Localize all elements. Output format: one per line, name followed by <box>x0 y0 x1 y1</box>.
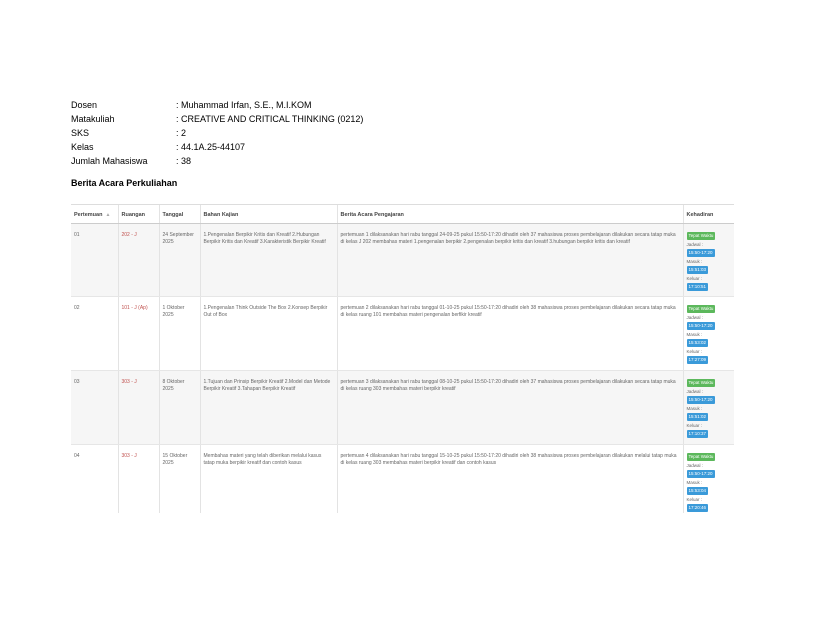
section-title: Berita Acara Perkuliahan <box>71 178 178 188</box>
info-row-jumlah-mahasiswa: Jumlah Mahasiswa : 38 <box>71 154 363 168</box>
masuk-label: Masuk : <box>686 480 703 485</box>
jadwal-badge: 15:50-17:20 <box>686 322 715 330</box>
keluar-label: Keluar : <box>686 349 703 354</box>
jadwal-label: Jadwal : <box>686 315 704 320</box>
cell-bahan-kajian: Membahas materi yang telah diberikan mel… <box>200 444 338 513</box>
keluar-badge: 17:10:51 <box>686 283 709 291</box>
info-row-kelas: Kelas : 44.1A.25-44107 <box>71 140 363 154</box>
jadwal-badge: 15:50-17:20 <box>686 396 715 404</box>
cell-ruangan: 202 - J <box>118 223 160 297</box>
jadwal-label: Jadwal : <box>686 389 704 394</box>
info-key: SKS <box>71 128 90 138</box>
header-tanggal[interactable]: Tanggal <box>159 205 201 224</box>
cell-tanggal: 15 Oktober 2025 <box>159 444 201 513</box>
jadwal-badge: 15:50-17:20 <box>686 249 715 257</box>
masuk-badge: 15:53:02 <box>686 339 709 347</box>
keluar-label: Keluar : <box>686 497 703 502</box>
info-row-matakuliah: Matakuliah : CREATIVE AND CRITICAL THINK… <box>71 112 363 126</box>
status-badge: Tepat Waktu <box>686 232 716 240</box>
header-kehadiran[interactable]: Kehadiran <box>683 205 734 224</box>
status-badge: Tepat Waktu <box>686 453 716 461</box>
table-row: 02 101 - J (Ap) 1 Oktober 2025 1.Pengena… <box>71 296 734 371</box>
cell-berita-acara: pertemuan 4 dilaksanakan hari rabu tangg… <box>337 444 684 513</box>
info-row-sks: SKS : 2 <box>71 126 363 140</box>
info-key: Jumlah Mahasiswa <box>71 156 148 166</box>
cell-tanggal: 1 Oktober 2025 <box>159 296 201 371</box>
info-value: : 44.1A.25-44107 <box>176 142 246 152</box>
info-row-dosen: Dosen : Muhammad Irfan, S.E., M.I.KOM <box>71 98 363 112</box>
table-row: 01 202 - J 24 September 2025 1.Pengenala… <box>71 223 734 297</box>
cell-pertemuan: 01 <box>71 223 119 297</box>
cell-berita-acara: pertemuan 3 dilaksanakan hari rabu tangg… <box>337 370 684 445</box>
cell-berita-acara: pertemuan 1 dilaksanakan hari rabu tangg… <box>337 223 684 297</box>
table-row: 04 303 - J 15 Oktober 2025 Membahas mate… <box>71 444 734 513</box>
jadwal-badge: 15:50-17:20 <box>686 470 715 478</box>
keluar-badge: 17:27:09 <box>686 356 709 364</box>
berita-acara-table: Pertemuan ▲ Ruangan Tanggal Bahan Kajian … <box>71 205 734 513</box>
jadwal-label: Jadwal : <box>686 463 704 468</box>
cell-pertemuan: 02 <box>71 296 119 371</box>
jadwal-label: Jadwal : <box>686 242 704 247</box>
cell-bahan-kajian: 1.Tujuan dan Prinsip Berpikir Kreatif 2.… <box>200 370 338 445</box>
cell-ruangan: 303 - J <box>118 444 160 513</box>
keluar-label: Keluar : <box>686 423 703 428</box>
header-berita-acara[interactable]: Berita Acara Pengajaran <box>337 205 684 224</box>
keluar-label: Keluar : <box>686 276 703 281</box>
table-header-row: Pertemuan ▲ Ruangan Tanggal Bahan Kajian … <box>71 205 734 224</box>
info-value: : 38 <box>176 156 192 166</box>
info-key: Matakuliah <box>71 114 115 124</box>
table-row: 03 303 - J 8 Oktober 2025 1.Tujuan dan P… <box>71 370 734 445</box>
masuk-badge: 15:51:03 <box>686 266 709 274</box>
cell-bahan-kajian: 1.Pengenalan Berpikir Kritis dan Kreatif… <box>200 223 338 297</box>
masuk-label: Masuk : <box>686 332 703 337</box>
cell-kehadiran: Tepat Waktu Jadwal : 15:50-17:20 Masuk :… <box>683 223 734 297</box>
sort-asc-icon[interactable]: ▲ <box>105 212 110 218</box>
status-badge: Tepat Waktu <box>686 305 716 313</box>
keluar-badge: 17:10:37 <box>686 430 709 438</box>
cell-tanggal: 24 September 2025 <box>159 223 201 297</box>
header-ruangan[interactable]: Ruangan <box>118 205 160 224</box>
masuk-badge: 15:51:02 <box>686 413 709 421</box>
info-value: : CREATIVE AND CRITICAL THINKING (0212) <box>176 114 364 124</box>
cell-kehadiran: Tepat Waktu Jadwal : 15:50-17:20 Masuk :… <box>683 296 734 371</box>
header-pertemuan[interactable]: Pertemuan ▲ <box>71 205 119 224</box>
status-badge: Tepat Waktu <box>686 379 716 387</box>
cell-tanggal: 8 Oktober 2025 <box>159 370 201 445</box>
cell-pertemuan: 04 <box>71 444 119 513</box>
cell-berita-acara: pertemuan 2 dilaksanakan hari rabu tangg… <box>337 296 684 371</box>
info-key: Kelas <box>71 142 94 152</box>
cell-kehadiran: Tepat Waktu Jadwal : 15:50-17:20 Masuk :… <box>683 444 734 513</box>
masuk-label: Masuk : <box>686 406 703 411</box>
cell-pertemuan: 03 <box>71 370 119 445</box>
cell-ruangan: 101 - J (Ap) <box>118 296 160 371</box>
course-info: Dosen : Muhammad Irfan, S.E., M.I.KOM Ma… <box>71 98 363 168</box>
masuk-label: Masuk : <box>686 259 703 264</box>
masuk-badge: 15:53:04 <box>686 487 709 495</box>
cell-bahan-kajian: 1.Pengenalan Think Outside The Box 2.Kon… <box>200 296 338 371</box>
header-bahan-kajian[interactable]: Bahan Kajian <box>200 205 338 224</box>
attendance-table-container: Pertemuan ▲ Ruangan Tanggal Bahan Kajian … <box>71 204 734 513</box>
cell-ruangan: 303 - J <box>118 370 160 445</box>
info-key: Dosen <box>71 100 98 110</box>
info-value: : 2 <box>176 128 187 138</box>
info-value: : Muhammad Irfan, S.E., M.I.KOM <box>176 100 312 110</box>
keluar-badge: 17:20:46 <box>686 504 709 512</box>
cell-kehadiran: Tepat Waktu Jadwal : 15:50-17:20 Masuk :… <box>683 370 734 445</box>
